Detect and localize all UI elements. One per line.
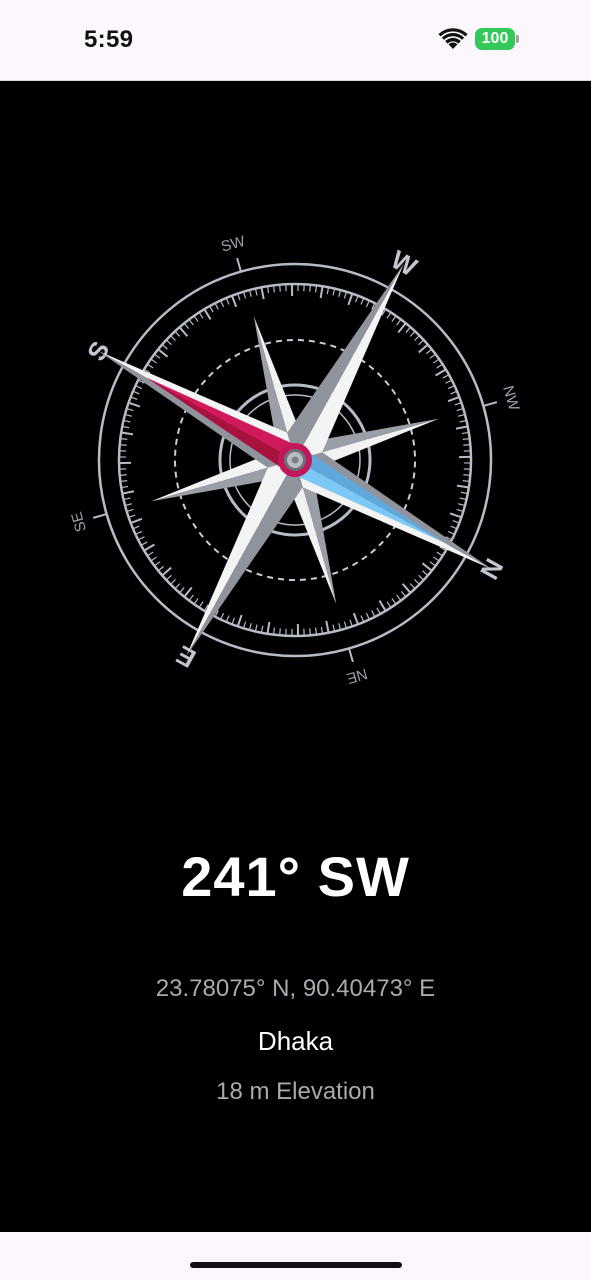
heading-readout: 241° SW (181, 845, 410, 908)
tick-mark (132, 390, 140, 395)
tick-mark (128, 401, 141, 408)
tick-mark (225, 615, 230, 623)
tick-mark (150, 358, 157, 364)
label-east: E (171, 639, 201, 674)
tick-mark (170, 335, 176, 341)
tick-mark (365, 300, 370, 308)
tick-mark (409, 583, 416, 590)
tick-mark (161, 344, 168, 350)
tick-mark (231, 617, 235, 625)
tick-mark (421, 562, 433, 572)
coordinates-text: 23.78075° N, 90.40473° E (155, 975, 436, 1002)
label-west: W (386, 244, 422, 282)
tick-mark (418, 339, 425, 346)
tick-mark (198, 601, 204, 608)
tick-mark (450, 525, 458, 530)
tick-mark (157, 348, 169, 358)
tick-mark (319, 286, 324, 299)
label-northwest: NW (499, 384, 522, 414)
label-north: N (474, 554, 509, 585)
elevation-text: 18 m Elevation (216, 1078, 375, 1105)
tick-mark (119, 461, 132, 465)
tick-mark (449, 512, 462, 519)
tick-mark (414, 335, 420, 341)
tick-mark (135, 385, 143, 390)
tick-mark (405, 326, 411, 333)
tick-mark (147, 363, 154, 369)
tick-mark (414, 579, 420, 585)
label-southwest: SW (219, 232, 248, 255)
tick-mark (447, 530, 455, 535)
tick-mark (236, 614, 243, 627)
tick-mark (397, 322, 407, 334)
tick-mark (391, 315, 397, 322)
tick-mark (409, 330, 416, 337)
tick-mark (360, 297, 365, 305)
tick-mark (165, 574, 172, 581)
tick-mark (188, 594, 194, 601)
status-bar: 5:59 100 (0, 0, 591, 80)
tick-mark (422, 570, 429, 576)
tick-mark (193, 598, 199, 605)
tick-mark (130, 396, 138, 400)
city-name: Dhaka (257, 1026, 334, 1056)
tick-mark (436, 551, 443, 557)
tick-mark (396, 319, 402, 326)
tick-mark (170, 579, 176, 585)
tick-mark (220, 612, 225, 620)
tick-mark (429, 561, 436, 567)
tick-mark (290, 284, 294, 297)
tick-mark (183, 586, 193, 598)
tick-mark (347, 293, 354, 306)
tick-mark (296, 623, 300, 636)
bottom-safe-area (0, 1232, 591, 1280)
battery-icon: 100 (475, 28, 519, 52)
tick-mark (174, 583, 181, 590)
home-indicator[interactable] (190, 1262, 402, 1268)
tick-mark (456, 484, 469, 489)
tick-mark (179, 587, 185, 594)
tick-mark (452, 520, 460, 524)
battery-level: 100 (475, 28, 515, 50)
battery-tip (516, 35, 519, 43)
tick-mark (154, 353, 161, 359)
compass-dial: N E S W NE SE SW NW (68, 232, 522, 687)
label-northeast: NE (345, 665, 370, 687)
wifi-icon (438, 28, 468, 49)
label-south: S (81, 336, 116, 366)
tick-mark (433, 556, 440, 562)
status-time: 5:59 (84, 26, 134, 53)
tick-mark (121, 431, 134, 436)
tick-mark (266, 621, 271, 634)
tick-mark (386, 312, 392, 319)
tick-mark (165, 339, 172, 346)
tick-mark (458, 455, 471, 459)
tick-mark (418, 574, 425, 581)
label-southeast: SE (68, 510, 90, 534)
tick-mark (174, 330, 181, 337)
tick-mark (355, 295, 359, 303)
